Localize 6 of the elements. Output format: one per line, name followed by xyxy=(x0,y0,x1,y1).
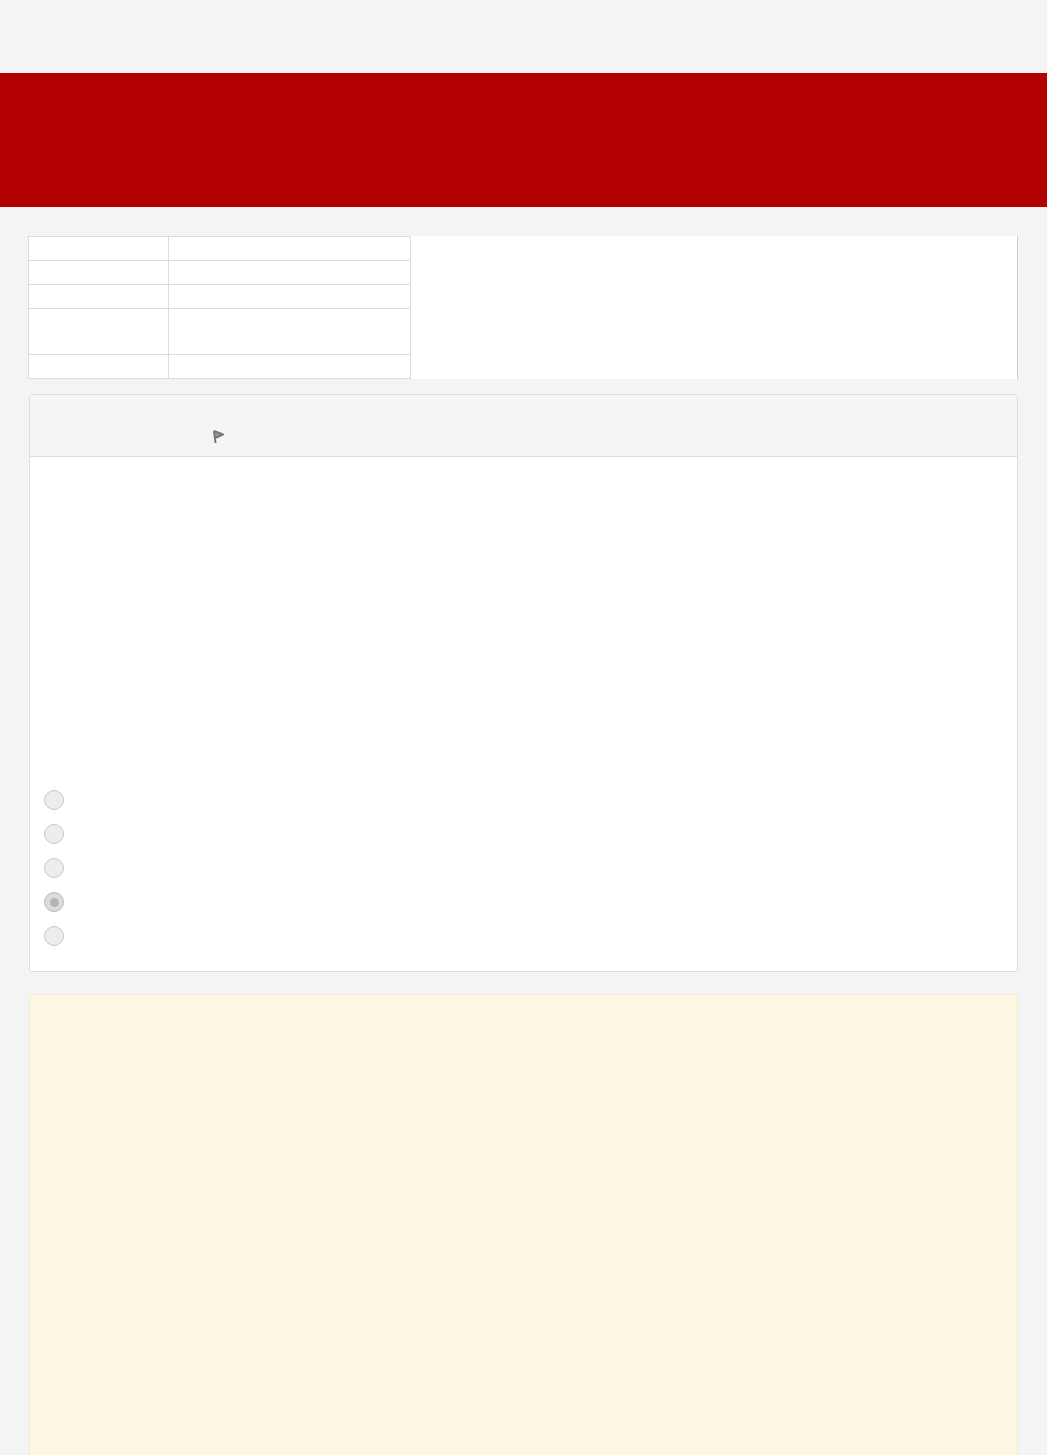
radio-button[interactable] xyxy=(44,892,64,912)
radio-button[interactable] xyxy=(44,926,64,946)
radio-button[interactable] xyxy=(44,858,64,878)
radio-button[interactable] xyxy=(44,824,64,844)
radio-button[interactable] xyxy=(44,790,64,810)
flag-icon[interactable] xyxy=(212,430,224,444)
